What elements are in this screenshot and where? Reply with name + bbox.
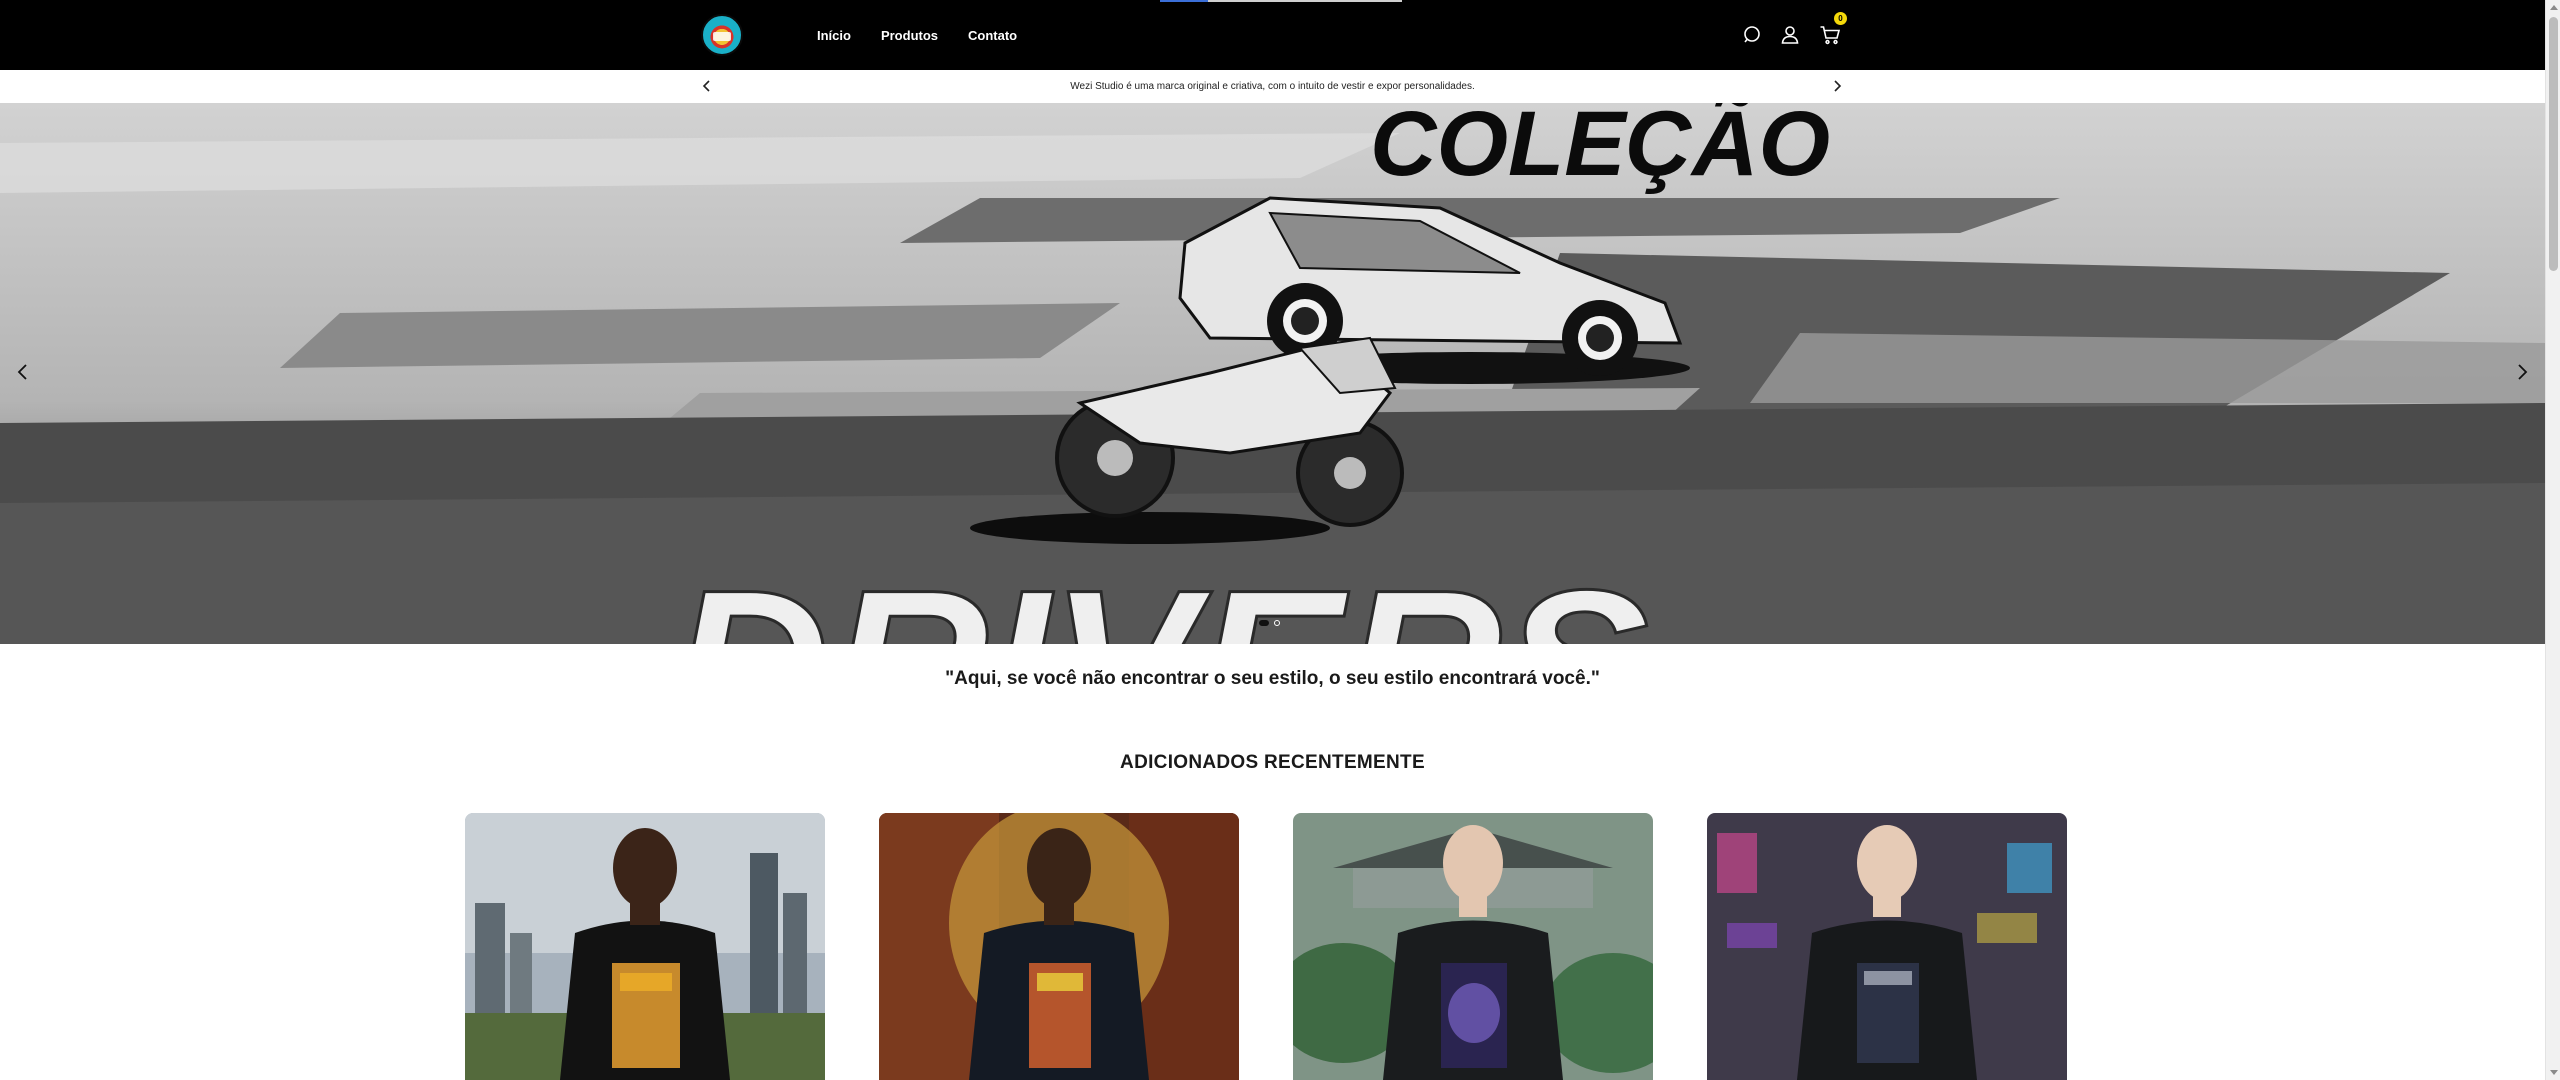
nav-link-produtos[interactable]: Produtos [881,28,938,43]
product-card-3[interactable] [1293,813,1653,1080]
nav-link-inicio[interactable]: Início [817,28,851,43]
hero-dot-2[interactable] [1274,620,1280,626]
logo-mark [713,32,731,41]
hero-title-top: COLEÇÃO [1370,103,1830,195]
site-header: Início Produtos Contato 0 [0,0,2545,70]
hero-banner-image: COLEÇÃO DRIVERS [0,103,2545,644]
cart-count-badge: 0 [1834,12,1847,25]
product-image-dragon-ball [879,813,1239,1080]
hero-next-arrow-icon[interactable] [2511,361,2533,383]
scroll-down-arrow-icon[interactable] [2550,1070,2558,1075]
site-logo[interactable] [701,14,743,56]
hero-prev-arrow-icon[interactable] [12,361,34,383]
search-icon[interactable] [1740,23,1764,47]
recent-section-title: ADICIONADOS RECENTEMENTE [1120,752,1425,773]
scrollbar-thumb[interactable] [2549,17,2558,271]
product-image-naruto [465,813,825,1080]
announcement-next-arrow-icon[interactable] [1829,78,1845,94]
product-image-neon-city [1707,813,2067,1080]
page-scrollbar[interactable] [2545,0,2560,1080]
product-card-4[interactable] [1707,813,2067,1080]
account-icon[interactable] [1778,23,1802,47]
brand-tagline: "Aqui, se você não encontrar o seu estil… [945,668,1600,689]
nav-link-contato[interactable]: Contato [968,28,1017,43]
main-nav: Início Produtos Contato [817,0,1017,70]
announcement-bar: Wezi Studio é uma marca original e criat… [0,70,2545,103]
hero-banner[interactable]: COLEÇÃO DRIVERS [0,103,2545,644]
loading-progress [1160,0,1208,2]
product-card-2[interactable] [879,813,1239,1080]
product-card-1[interactable] [465,813,825,1080]
announcement-text: Wezi Studio é uma marca original e criat… [1070,81,1475,92]
product-image-anime-portal [1293,813,1653,1080]
cart-icon[interactable] [1818,23,1842,47]
page-loading-bar [1160,0,1402,2]
hero-title-bottom: DRIVERS [671,544,1649,644]
hero-dot-1[interactable] [1259,620,1269,626]
hero-slide-dots [1259,620,1280,626]
scroll-up-arrow-icon[interactable] [2550,5,2558,10]
